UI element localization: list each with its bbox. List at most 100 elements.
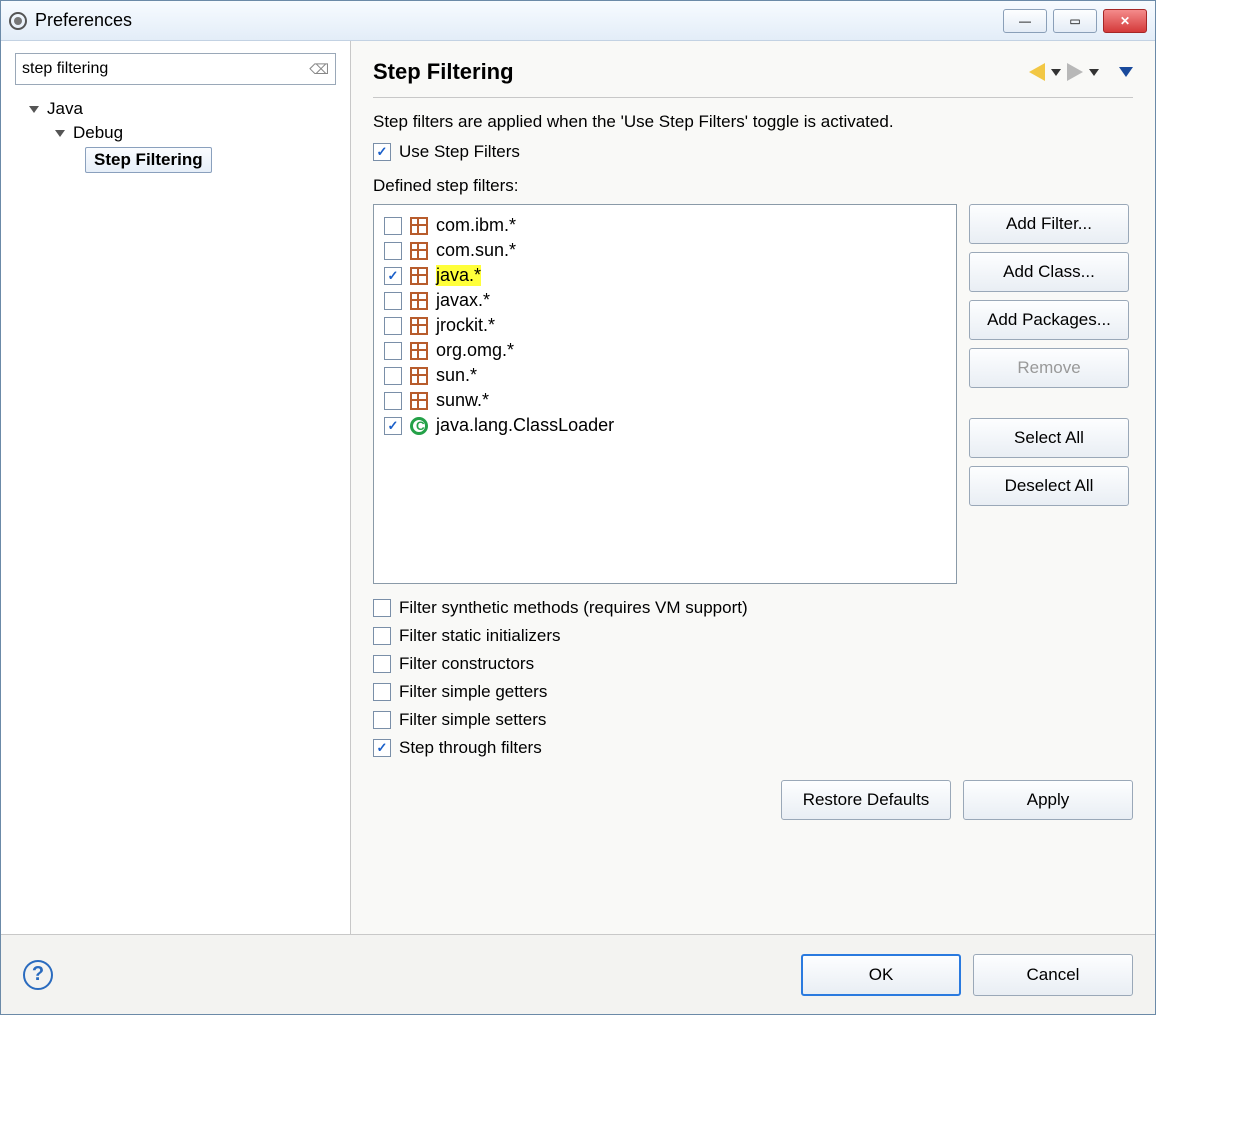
tree-node-step-filtering[interactable]: Step Filtering: [15, 145, 336, 175]
filter-buttons: Add Filter... Add Class... Add Packages.…: [969, 204, 1129, 584]
filter-checkbox[interactable]: [384, 417, 402, 435]
filter-area: com.ibm.*com.sun.*java.*javax.* jrockit.*…: [373, 204, 1133, 584]
add-class-button[interactable]: Add Class...: [969, 252, 1129, 292]
option-label: Filter simple setters: [399, 710, 546, 730]
filter-checkbox[interactable]: [384, 267, 402, 285]
option-checkbox[interactable]: [373, 711, 391, 729]
option-checkbox[interactable]: [373, 599, 391, 617]
spacer: [969, 396, 1129, 410]
close-button[interactable]: ✕: [1103, 9, 1147, 33]
select-all-button[interactable]: Select All: [969, 418, 1129, 458]
option-row[interactable]: Filter constructors: [373, 654, 1133, 674]
dropdown-icon: [1051, 69, 1061, 76]
view-menu-icon[interactable]: [1119, 67, 1133, 77]
use-step-filters-checkbox[interactable]: [373, 143, 391, 161]
deselect-all-button[interactable]: Deselect All: [969, 466, 1129, 506]
filter-checkbox[interactable]: [384, 367, 402, 385]
filter-checkbox[interactable]: [384, 242, 402, 260]
forward-button[interactable]: [1067, 63, 1099, 81]
package-icon: [410, 317, 428, 335]
filter-label: java.lang.ClassLoader: [436, 415, 614, 436]
filter-row[interactable]: javax.*: [380, 288, 950, 313]
package-icon: [410, 342, 428, 360]
option-label: Filter static initializers: [399, 626, 561, 646]
add-filter-button[interactable]: Add Filter...: [969, 204, 1129, 244]
main-panel: Step Filtering Step filters are applied …: [351, 41, 1155, 934]
close-icon: ✕: [1120, 14, 1130, 28]
restore-defaults-button[interactable]: Restore Defaults: [781, 780, 951, 820]
filter-list[interactable]: com.ibm.*com.sun.*java.*javax.* jrockit.*…: [373, 204, 957, 584]
class-icon: [410, 417, 428, 435]
filter-label: org.omg.*: [436, 340, 514, 361]
option-checkbox[interactable]: [373, 683, 391, 701]
option-row[interactable]: Filter synthetic methods (requires VM su…: [373, 598, 1133, 618]
cancel-button[interactable]: Cancel: [973, 954, 1133, 996]
filter-checkbox[interactable]: [384, 217, 402, 235]
filter-checkbox[interactable]: [384, 392, 402, 410]
clear-search-icon[interactable]: ⌫: [309, 61, 329, 78]
filter-row[interactable]: org.omg.*: [380, 338, 950, 363]
chevron-down-icon: [29, 106, 39, 113]
back-button[interactable]: [1029, 63, 1061, 81]
nav-arrows: [1029, 63, 1133, 81]
tree-node-java[interactable]: Java: [15, 97, 336, 121]
filter-label: sun.*: [436, 365, 477, 386]
option-checkbox[interactable]: [373, 627, 391, 645]
option-row[interactable]: Filter simple getters: [373, 682, 1133, 702]
dropdown-icon: [1089, 69, 1099, 76]
titlebar: Preferences — ▭ ✕: [1, 1, 1155, 41]
package-icon: [410, 392, 428, 410]
use-step-filters-row[interactable]: Use Step Filters: [373, 142, 1133, 162]
preferences-window: Preferences — ▭ ✕ ⌫ Java Debug: [0, 0, 1156, 1015]
chevron-down-icon: [55, 130, 65, 137]
use-step-filters-label: Use Step Filters: [399, 142, 520, 162]
main-header: Step Filtering: [373, 59, 1133, 98]
filter-label: com.sun.*: [436, 240, 516, 261]
body: ⌫ Java Debug Step Filtering Step Filteri…: [1, 41, 1155, 934]
filter-row[interactable]: java.*: [380, 263, 950, 288]
option-label: Filter constructors: [399, 654, 534, 674]
apply-button[interactable]: Apply: [963, 780, 1133, 820]
help-icon[interactable]: ?: [23, 960, 53, 990]
filter-row[interactable]: sun.*: [380, 363, 950, 388]
filter-row[interactable]: com.sun.*: [380, 238, 950, 263]
page-title: Step Filtering: [373, 59, 1029, 85]
arrow-left-icon: [1029, 63, 1045, 81]
filter-checkbox[interactable]: [384, 342, 402, 360]
options-group: Filter synthetic methods (requires VM su…: [373, 598, 1133, 758]
package-icon: [410, 267, 428, 285]
option-row[interactable]: Filter simple setters: [373, 710, 1133, 730]
package-icon: [410, 217, 428, 235]
filter-row[interactable]: jrockit.*: [380, 313, 950, 338]
app-icon: [9, 12, 27, 30]
option-row[interactable]: Filter static initializers: [373, 626, 1133, 646]
ok-button[interactable]: OK: [801, 954, 961, 996]
option-checkbox[interactable]: [373, 739, 391, 757]
window-controls: — ▭ ✕: [1003, 9, 1147, 33]
search-input[interactable]: [22, 60, 309, 78]
option-row[interactable]: Step through filters: [373, 738, 1133, 758]
option-checkbox[interactable]: [373, 655, 391, 673]
package-icon: [410, 367, 428, 385]
tree-label: Java: [47, 99, 83, 119]
footer: ? OK Cancel: [1, 934, 1155, 1014]
add-packages-button[interactable]: Add Packages...: [969, 300, 1129, 340]
filter-row[interactable]: com.ibm.*: [380, 213, 950, 238]
tree-label: Debug: [73, 123, 123, 143]
filter-label: sunw.*: [436, 390, 489, 411]
maximize-button[interactable]: ▭: [1053, 9, 1097, 33]
tree-node-debug[interactable]: Debug: [15, 121, 336, 145]
filter-label: jrockit.*: [436, 315, 495, 336]
filter-checkbox[interactable]: [384, 317, 402, 335]
option-label: Filter simple getters: [399, 682, 547, 702]
search-box[interactable]: ⌫: [15, 53, 336, 85]
defined-filters-label: Defined step filters:: [373, 176, 1133, 196]
filter-checkbox[interactable]: [384, 292, 402, 310]
page-description: Step filters are applied when the 'Use S…: [373, 112, 1133, 132]
filter-row[interactable]: sunw.*: [380, 388, 950, 413]
arrow-right-icon: [1067, 63, 1083, 81]
filter-row[interactable]: java.lang.ClassLoader: [380, 413, 950, 438]
filter-label: javax.*: [436, 290, 490, 311]
minimize-button[interactable]: —: [1003, 9, 1047, 33]
remove-button[interactable]: Remove: [969, 348, 1129, 388]
